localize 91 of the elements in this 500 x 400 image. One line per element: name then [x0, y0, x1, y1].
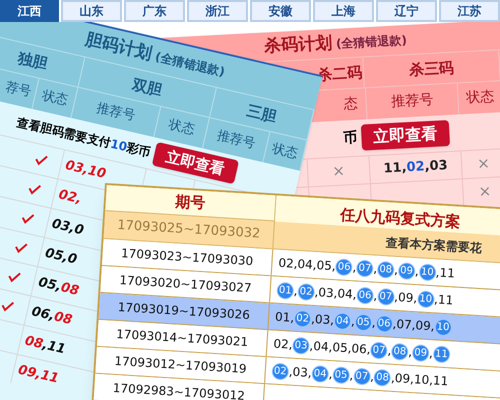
pick-numbers: 11,02,03 — [383, 156, 448, 178]
separator-text: , — [366, 341, 372, 358]
period-text: 17093020~17093027 — [118, 272, 252, 298]
region-tab[interactable]: 上海 — [313, 0, 374, 22]
separator-text: , — [328, 366, 334, 384]
period-text: 17093019~17093026 — [117, 299, 250, 324]
number-text: 09 — [394, 370, 411, 388]
separator-text: , — [348, 367, 354, 384]
separator-text: , — [312, 256, 318, 274]
separator-text: , — [333, 285, 338, 302]
separator-text: , — [293, 282, 298, 300]
separator-text: , — [414, 263, 420, 280]
column-header: 状态 — [456, 81, 500, 114]
period-text: 17093014~17093021 — [116, 326, 249, 352]
separator-text: , — [352, 286, 358, 304]
number-text: 10 — [413, 371, 430, 390]
number-text: 09 — [398, 289, 414, 308]
number-text: 04 — [336, 285, 354, 304]
separator-text: , — [310, 310, 316, 328]
separator-text: , — [347, 340, 352, 358]
message-text: 币 — [342, 128, 358, 148]
separator-text: , — [293, 256, 298, 273]
status-mark: × — [476, 153, 490, 175]
region-tab[interactable]: 江苏 — [439, 0, 500, 22]
region-tab[interactable]: 广东 — [124, 0, 185, 22]
number-text: 03 — [292, 364, 308, 382]
separator-text: , — [290, 310, 295, 327]
column-header: 状态 — [32, 78, 78, 118]
separator-text: , — [410, 371, 414, 388]
separator-text: , — [330, 312, 335, 330]
period-text: 17092983~17093012 — [112, 380, 246, 400]
column-header: 推荐号 — [364, 84, 458, 120]
separator-text: , — [352, 259, 358, 276]
pick-numbers: 02, — [56, 186, 84, 209]
separator-text: , — [372, 288, 378, 305]
separator-text: , — [387, 342, 392, 360]
separator-text: , — [309, 338, 314, 355]
separator-text: , — [307, 364, 312, 382]
number-text: 09 — [415, 317, 432, 336]
separator-text: , — [435, 264, 440, 282]
number-text: 04 — [296, 256, 314, 274]
separator-text: , — [434, 291, 439, 309]
number-text: 05 — [316, 257, 332, 275]
separator-text: , — [371, 314, 376, 332]
number-text: 02 — [272, 336, 290, 354]
number-text: 06 — [350, 340, 368, 358]
region-tab[interactable]: 浙江 — [187, 0, 248, 22]
separator-text: , — [408, 344, 413, 362]
number-text: 01 — [274, 308, 291, 327]
region-tab[interactable]: 山东 — [61, 0, 122, 22]
number-text: 07 — [396, 316, 412, 334]
view-now-button[interactable]: 立即查看 — [360, 120, 450, 151]
number-text: 11 — [432, 372, 449, 390]
separator-text: , — [428, 372, 434, 390]
separator-text: , — [288, 336, 294, 354]
separator-text: , — [411, 317, 416, 334]
number-text: 11 — [437, 292, 454, 310]
pick-numbers: 08 ,11 — [22, 332, 68, 360]
number-text: 02 — [278, 254, 294, 273]
status-mark: × — [332, 160, 346, 182]
region-tab[interactable]: 江西 — [0, 0, 59, 22]
table-note: (全猜错退款) — [336, 32, 408, 52]
separator-text: , — [328, 338, 333, 356]
separator-text: , — [394, 262, 399, 280]
table-title: 杀码计划 — [263, 32, 333, 58]
separator-text: , — [331, 258, 336, 276]
pick-numbers: 03,10 — [63, 156, 108, 184]
pick-numbers: 05, 08 — [36, 274, 81, 301]
period-text: 17093012~17093019 — [114, 352, 248, 378]
separator-text: , — [288, 364, 294, 381]
separator-text: , — [428, 345, 434, 362]
separator-text: , — [392, 316, 397, 334]
separator-text: , — [394, 288, 399, 306]
number-text: 05 — [332, 339, 348, 358]
pick-numbers: 09,11 — [16, 361, 61, 388]
number-text: 11 — [439, 264, 456, 282]
region-tab[interactable]: 安徽 — [250, 0, 311, 22]
number-text: 03 — [314, 311, 331, 329]
pick-numbers: 05,0 — [43, 244, 79, 270]
region-tab[interactable]: 辽宁 — [376, 0, 437, 22]
separator-text: , — [370, 368, 375, 386]
separator-text: , — [314, 284, 319, 302]
separator-text: , — [430, 318, 436, 336]
separator-text: , — [372, 260, 378, 278]
pick-numbers: 03,0 — [50, 215, 86, 240]
separator-text: , — [412, 290, 418, 308]
separator-text: , — [350, 313, 356, 330]
separator-text: , — [390, 370, 396, 388]
pick-numbers: 06, 08 — [30, 303, 74, 330]
number-text: 03 — [318, 284, 334, 302]
number-text: 04 — [312, 338, 330, 356]
